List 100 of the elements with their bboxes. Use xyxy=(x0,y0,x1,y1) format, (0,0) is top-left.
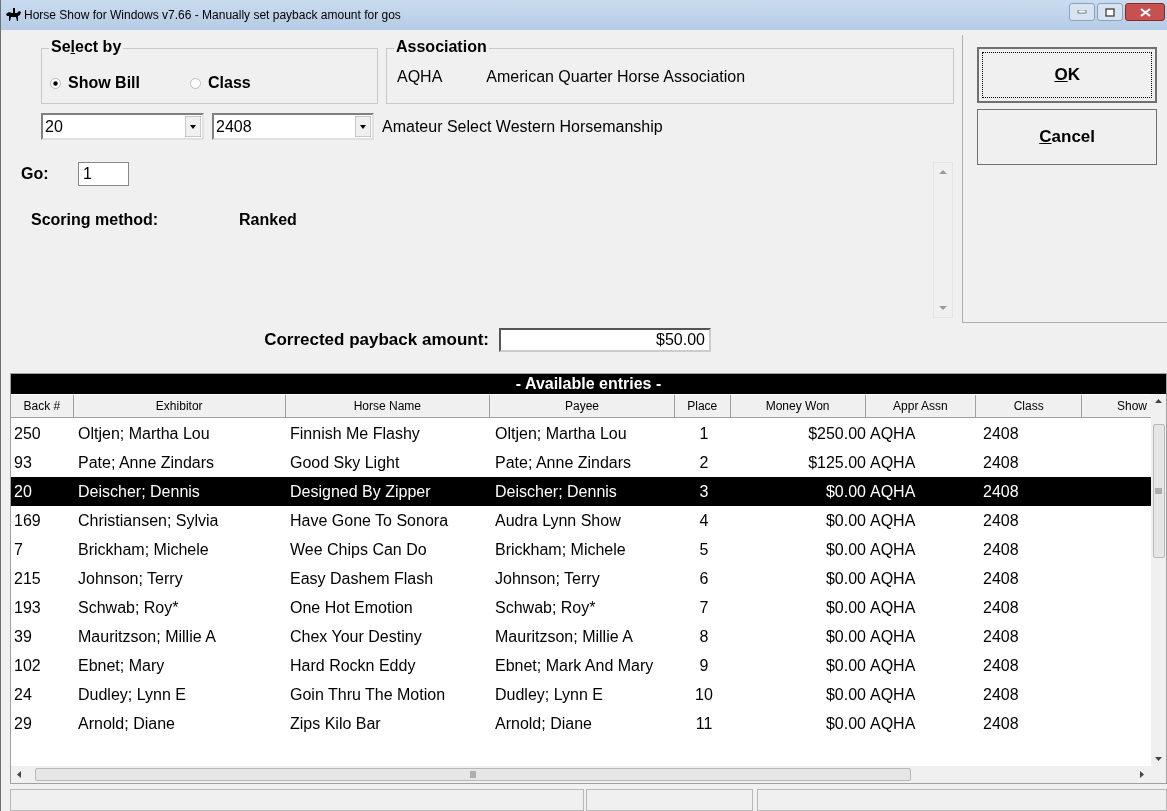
close-button[interactable] xyxy=(1125,3,1165,21)
table-cell-text: 2408 xyxy=(982,510,1020,531)
column-header[interactable]: Horse Name xyxy=(285,395,491,417)
table-cell-text: Designed By Zipper xyxy=(289,481,432,502)
table-cell-text: $0.00 xyxy=(824,655,867,676)
table-cell-text: Dudley; Lynn E xyxy=(494,684,604,705)
table-cell-text: 11 xyxy=(694,713,714,734)
column-header[interactable]: Exhibitor xyxy=(73,395,286,417)
table-cell-text: $0.00 xyxy=(824,597,867,618)
table-cell-text: Brickham; Michele xyxy=(494,539,627,560)
table-cell-text: Dudley; Lynn E xyxy=(77,684,187,705)
cancel-button[interactable]: Cancel xyxy=(977,109,1158,165)
table-cell-text: AQHA xyxy=(869,597,917,618)
table-cell-text: Oltjen; Martha Lou xyxy=(494,423,628,444)
radio-option[interactable]: Class xyxy=(190,75,251,91)
dropdown[interactable]: 2408 xyxy=(212,113,374,140)
column-header[interactable]: Back # xyxy=(11,395,74,417)
table-row[interactable]: 20 Deischer; Dennis Designed By Zipper Deischer; Dennis 3 $0.00 AQHA 2408 xyxy=(11,477,1151,506)
table-cell-text: 3 xyxy=(698,481,710,502)
table-cell-text: Good Sky Light xyxy=(289,452,401,473)
table-cell-text: Deischer; Dennis xyxy=(494,481,618,502)
scroll-up-icon xyxy=(939,169,948,174)
dropdown-arrow-icon xyxy=(355,116,371,137)
table-cell-text: AQHA xyxy=(869,452,917,473)
maximize-button[interactable] xyxy=(1097,3,1123,21)
table-cell-text: 7 xyxy=(13,539,24,560)
scoring-label: Scoring method: xyxy=(31,210,160,230)
table-cell-text: 10 xyxy=(694,684,714,705)
column-header[interactable]: Payee xyxy=(490,395,675,417)
table-cell-text: Chex Your Destiny xyxy=(289,626,423,647)
table-cell-text: 39 xyxy=(13,626,33,647)
table-cell-text: 2408 xyxy=(982,539,1020,560)
association-name: American Quarter Horse Association xyxy=(486,67,746,87)
table-cell-text: Brickham; Michele xyxy=(77,539,210,560)
table-cell-text: Wee Chips Can Do xyxy=(289,539,428,560)
table-cell-text: Finnish Me Flashy xyxy=(289,423,421,444)
column-header[interactable]: Class xyxy=(976,395,1083,417)
grip-icon xyxy=(1155,488,1162,494)
payback-field[interactable]: $50.00 xyxy=(499,328,711,352)
table-cell-text: 2408 xyxy=(982,568,1020,589)
restore-icon xyxy=(1105,7,1115,17)
dropdown[interactable]: 20 xyxy=(41,113,204,140)
table-cell-text: 2408 xyxy=(982,481,1020,502)
table-cell-text: Arnold; Diane xyxy=(77,713,176,734)
close-icon xyxy=(1139,7,1151,17)
scroll-down-icon xyxy=(1155,757,1162,761)
class-name: Amateur Select Western Horsemanship xyxy=(382,116,663,137)
table-cell-text: 7 xyxy=(698,597,710,618)
table-cell-text: Have Gone To Sonora xyxy=(289,510,450,531)
table-cell-text: $0.00 xyxy=(824,510,867,531)
table-cell-text: 6 xyxy=(698,568,710,589)
table-cell-text: $0.00 xyxy=(824,568,867,589)
table-cell-text: $0.00 xyxy=(824,684,867,705)
table-cell-text: 102 xyxy=(13,655,42,676)
horse-rider-icon xyxy=(5,8,22,22)
table-cell-text: Johnson; Terry xyxy=(77,568,184,589)
scrollbar[interactable] xyxy=(933,162,954,318)
table-cell-text: One Hot Emotion xyxy=(289,597,414,618)
table-cell-text: Johnson; Terry xyxy=(494,568,601,589)
table-cell-text: 8 xyxy=(698,626,710,647)
table-cell-text: $125.00 xyxy=(807,452,867,473)
column-header[interactable]: Appr Assn xyxy=(865,395,977,417)
table-cell-text: 4 xyxy=(698,510,710,531)
table-cell-text: 93 xyxy=(13,452,33,473)
table-cell-text: Schwab; Roy* xyxy=(77,597,180,618)
table-cell-text: Audra Lynn Show xyxy=(494,510,622,531)
table-cell-text: 2408 xyxy=(982,423,1020,444)
grip-icon xyxy=(470,771,476,778)
scroll-thumb[interactable] xyxy=(1152,424,1165,558)
association-code: AQHA xyxy=(397,67,443,87)
radio-option[interactable]: Show Bill xyxy=(50,75,140,91)
table-cell-text: $250.00 xyxy=(807,423,867,444)
column-header[interactable]: Show xyxy=(1082,395,1151,417)
table-cell-text: 169 xyxy=(13,510,42,531)
minimize-button[interactable] xyxy=(1069,3,1095,21)
vertical-scrollbar[interactable] xyxy=(1151,394,1166,766)
horizontal-scrollbar[interactable] xyxy=(11,766,1166,783)
group-label: Association xyxy=(394,39,489,55)
table-cell-text: 1 xyxy=(698,423,710,444)
table-cell-text: AQHA xyxy=(869,568,917,589)
table-cell-text: Pate; Anne Zindars xyxy=(494,452,633,473)
table-cell-text: 29 xyxy=(13,713,33,734)
table-cell-text: Deischer; Dennis xyxy=(77,481,201,502)
table-cell-text: 2408 xyxy=(982,452,1020,473)
table-cell-text: 24 xyxy=(13,684,33,705)
go-label: Go: xyxy=(21,164,50,184)
scroll-down-icon xyxy=(939,306,948,311)
column-header[interactable]: Money Won xyxy=(730,395,866,417)
column-header[interactable]: Place xyxy=(674,395,731,417)
dropdown-arrow-icon xyxy=(185,116,201,137)
table-cell-text: Goin Thru The Motion xyxy=(289,684,447,705)
table-cell-text: AQHA xyxy=(869,481,917,502)
table-cell-text: Hard Rockn Eddy xyxy=(289,655,417,676)
table-cell-text: 2 xyxy=(698,452,710,473)
table-cell-text: Arnold; Diane xyxy=(494,713,593,734)
scroll-thumb[interactable] xyxy=(35,768,911,781)
table-cell-text: 2408 xyxy=(982,713,1020,734)
go-field[interactable]: 1 xyxy=(78,162,129,186)
table-cell-text: 250 xyxy=(13,423,42,444)
ok-button[interactable]: OK xyxy=(977,47,1158,103)
